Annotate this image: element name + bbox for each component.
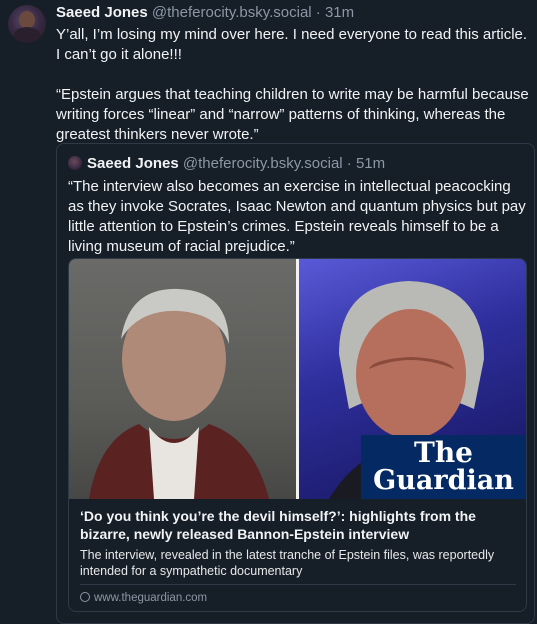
post-text: Y’all, I’m losing my mind over here. I n… [56, 25, 531, 145]
quote-time: 51m [355, 155, 386, 172]
quote-author-name: Saeed Jones [87, 155, 179, 172]
separator-dot: · [346, 155, 352, 172]
post-paragraph: Y’all, I’m losing my mind over here. I n… [56, 26, 528, 63]
separator-dot: · [315, 4, 321, 21]
link-card[interactable]: The Guardian ‘Do you think you’re the de… [68, 258, 527, 612]
quoted-post[interactable]: Saeed Jones @theferocity.bsky.social · 5… [56, 143, 535, 624]
link-card-body: ‘Do you think you’re the devil himself?’… [80, 507, 520, 579]
post-paragraph: “Epstein argues that teaching children t… [56, 86, 529, 143]
link-card-divider [80, 584, 516, 585]
quote-author-avatar [68, 156, 82, 170]
photo-left [69, 259, 296, 499]
guardian-logo-line2: Guardian [373, 465, 514, 496]
post-time[interactable]: 31m [325, 4, 354, 21]
guardian-logo-line1: The [413, 436, 473, 469]
quote-author-handle: @theferocity.bsky.social [182, 155, 343, 172]
author-handle[interactable]: @theferocity.bsky.social [152, 4, 312, 21]
author-name[interactable]: Saeed Jones [56, 4, 148, 21]
post-header: Saeed Jones @theferocity.bsky.social · 3… [56, 3, 531, 23]
link-card-domain-text: www.theguardian.com [94, 592, 208, 604]
quote-header: Saeed Jones @theferocity.bsky.social · 5… [68, 154, 385, 174]
link-card-image: The Guardian [69, 259, 526, 499]
globe-icon [80, 592, 90, 602]
post-content: Saeed Jones @theferocity.bsky.social · 3… [56, 0, 531, 145]
link-card-title[interactable]: ‘Do you think you’re the devil himself?’… [80, 507, 520, 543]
link-card-domain[interactable]: www.theguardian.com [80, 591, 207, 605]
link-card-description: The interview, revealed in the latest tr… [80, 548, 495, 578]
quote-text: “The interview also becomes an exercise … [68, 178, 526, 255]
author-avatar[interactable] [8, 5, 46, 43]
guardian-logo: The Guardian [361, 435, 526, 499]
post[interactable]: Saeed Jones @theferocity.bsky.social · 3… [0, 0, 537, 624]
